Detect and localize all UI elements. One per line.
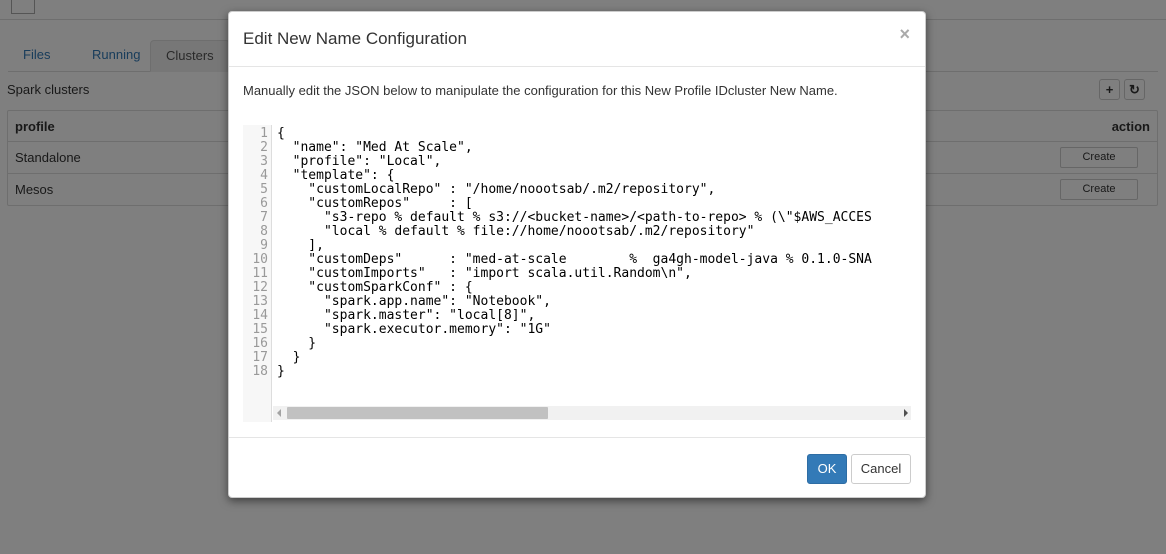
scrollbar-thumb[interactable] bbox=[287, 407, 548, 419]
modal-header: Edit New Name Configuration × bbox=[229, 12, 925, 67]
code-line[interactable]: "s3-repo % default % s3://<bucket-name>/… bbox=[277, 211, 909, 225]
code-line[interactable]: "customDeps" : "med-at-scale % ga4gh-mod… bbox=[277, 253, 909, 267]
code-line[interactable]: "spark.executor.memory": "1G" bbox=[277, 323, 909, 337]
line-number: 2 bbox=[260, 140, 268, 155]
code-line[interactable]: } bbox=[277, 365, 909, 379]
edit-configuration-dialog: Edit New Name Configuration × Manually e… bbox=[228, 11, 926, 498]
cancel-button[interactable]: Cancel bbox=[851, 454, 911, 484]
line-number: 17 bbox=[252, 350, 268, 365]
line-number: 6 bbox=[260, 196, 268, 211]
modal-footer: OK Cancel bbox=[229, 437, 925, 497]
code-line[interactable]: } bbox=[277, 337, 909, 351]
modal-description: Manually edit the JSON below to manipula… bbox=[243, 83, 838, 98]
line-number: 16 bbox=[252, 336, 268, 351]
code-line[interactable]: "name": "Med At Scale", bbox=[277, 141, 909, 155]
ok-button[interactable]: OK bbox=[807, 454, 847, 484]
json-code-editor[interactable]: 1 2 3 4 5 6 7 8 9 10 11 12 13 14 15 16 1… bbox=[243, 125, 911, 422]
code-line[interactable]: "spark.master": "local[8]", bbox=[277, 309, 909, 323]
code-line[interactable]: "customRepos" : [ bbox=[277, 197, 909, 211]
scroll-right-arrow-icon[interactable] bbox=[904, 409, 908, 417]
line-number: 10 bbox=[252, 252, 268, 267]
line-number: 3 bbox=[260, 154, 268, 169]
close-icon[interactable]: × bbox=[899, 24, 910, 44]
scroll-left-arrow-icon[interactable] bbox=[277, 409, 281, 417]
code-line[interactable]: } bbox=[277, 351, 909, 365]
code-line[interactable]: "customSparkConf" : { bbox=[277, 281, 909, 295]
code-text-area[interactable]: { "name": "Med At Scale", "profile": "Lo… bbox=[277, 127, 909, 407]
code-line[interactable]: "profile": "Local", bbox=[277, 155, 909, 169]
code-line[interactable]: "local % default % file://home/noootsab/… bbox=[277, 225, 909, 239]
line-number: 13 bbox=[252, 294, 268, 309]
code-line[interactable]: ], bbox=[277, 239, 909, 253]
line-number: 9 bbox=[260, 238, 268, 253]
code-line[interactable]: "template": { bbox=[277, 169, 909, 183]
line-number-gutter: 1 2 3 4 5 6 7 8 9 10 11 12 13 14 15 16 1… bbox=[243, 125, 272, 422]
line-number: 18 bbox=[252, 364, 268, 379]
line-number: 1 bbox=[260, 126, 268, 141]
line-number: 7 bbox=[260, 210, 268, 225]
line-number: 11 bbox=[252, 266, 268, 281]
line-number: 12 bbox=[252, 280, 268, 295]
code-line[interactable]: "spark.app.name": "Notebook", bbox=[277, 295, 909, 309]
line-number: 5 bbox=[260, 182, 268, 197]
code-line[interactable]: "customImports" : "import scala.util.Ran… bbox=[277, 267, 909, 281]
code-line[interactable]: { bbox=[277, 127, 909, 141]
modal-title: Edit New Name Configuration bbox=[243, 29, 467, 48]
line-number: 8 bbox=[260, 224, 268, 239]
line-number: 14 bbox=[252, 308, 268, 323]
code-line[interactable]: "customLocalRepo" : "/home/noootsab/.m2/… bbox=[277, 183, 909, 197]
line-number: 15 bbox=[252, 322, 268, 337]
horizontal-scrollbar[interactable] bbox=[273, 406, 911, 420]
line-number: 4 bbox=[260, 168, 268, 183]
